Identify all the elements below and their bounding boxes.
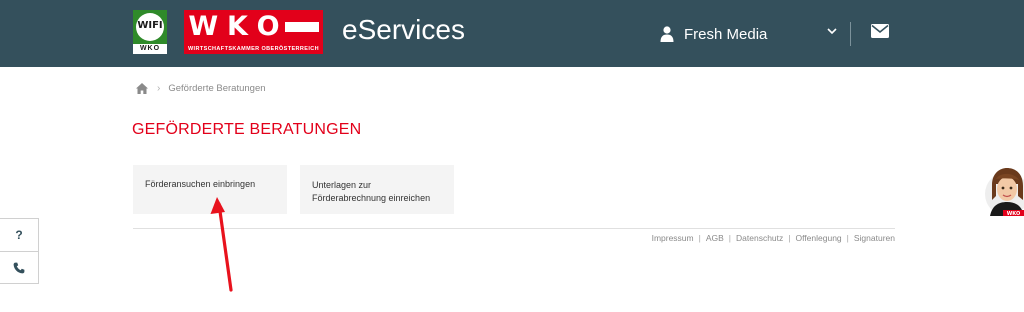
austria-flag-icon [285,13,319,41]
tile-foerderabrechnung[interactable]: Unterlagen zur Förderabrechnung einreich… [300,165,454,214]
wko-logo-letter: W [188,11,219,42]
app-title: eServices [342,14,465,45]
annotation-arrow-icon [210,197,233,292]
breadcrumb-separator-icon: › [157,82,161,94]
footer-link-agb[interactable]: AGB [706,233,724,243]
footer-links: Impressum | AGB | Datenschutz | Offenlegung | Si… [651,233,895,243]
chat-badge-text: WKO [1007,211,1020,217]
chat-assistant-avatar[interactable]: WKO [983,166,1024,219]
tile-label-line1: Unterlagen zur [312,180,372,190]
wko-logo-letter: K [226,11,248,42]
tile-label: Förderansuchen einbringen [145,179,256,189]
header-divider [850,22,851,46]
footer-link-signaturen[interactable]: Signaturen [854,233,895,243]
wifi-logo-text: WIFI [137,20,163,31]
chevron-down-icon[interactable] [827,28,837,35]
wko-logo-letter: O [256,11,280,42]
footer-link-datenschutz[interactable]: Datenschutz [736,233,783,243]
phone-icon [13,262,25,274]
wifi-logo[interactable]: WIFI WKO [133,10,167,54]
help-question-button[interactable]: ? [0,219,38,252]
footer-link-impressum[interactable]: Impressum [652,233,694,243]
phone-button[interactable] [0,252,38,284]
wifi-logo-strip: WKO [133,44,167,54]
tile-label-line2: Förderabrechnung einreichen [312,193,431,203]
breadcrumb-current: Geförderte Beratungen [168,82,266,94]
wko-logo[interactable]: W K O WIRTSCHAFTSKAMMER OBERÖSTERREICH [184,10,323,54]
user-name: Fresh Media [684,25,768,43]
home-icon[interactable] [136,82,148,94]
top-header: WIFI WKO W K O WIRTSCHAFTSKAMMER OBERÖST… [0,0,1024,67]
footer-link-offenlegung[interactable]: Offenlegung [795,233,841,243]
user-icon [660,26,674,42]
user-menu[interactable]: Fresh Media [660,20,837,48]
page-title: GEFÖRDERTE BERATUNGEN [132,121,362,138]
breadcrumb: › Geförderte Beratungen [136,80,266,96]
side-help-panel: ? [0,218,39,284]
wko-logo-subtitle: WIRTSCHAFTSKAMMER OBERÖSTERREICH [187,46,320,52]
envelope-icon[interactable] [871,24,889,38]
footer-divider [133,228,895,229]
